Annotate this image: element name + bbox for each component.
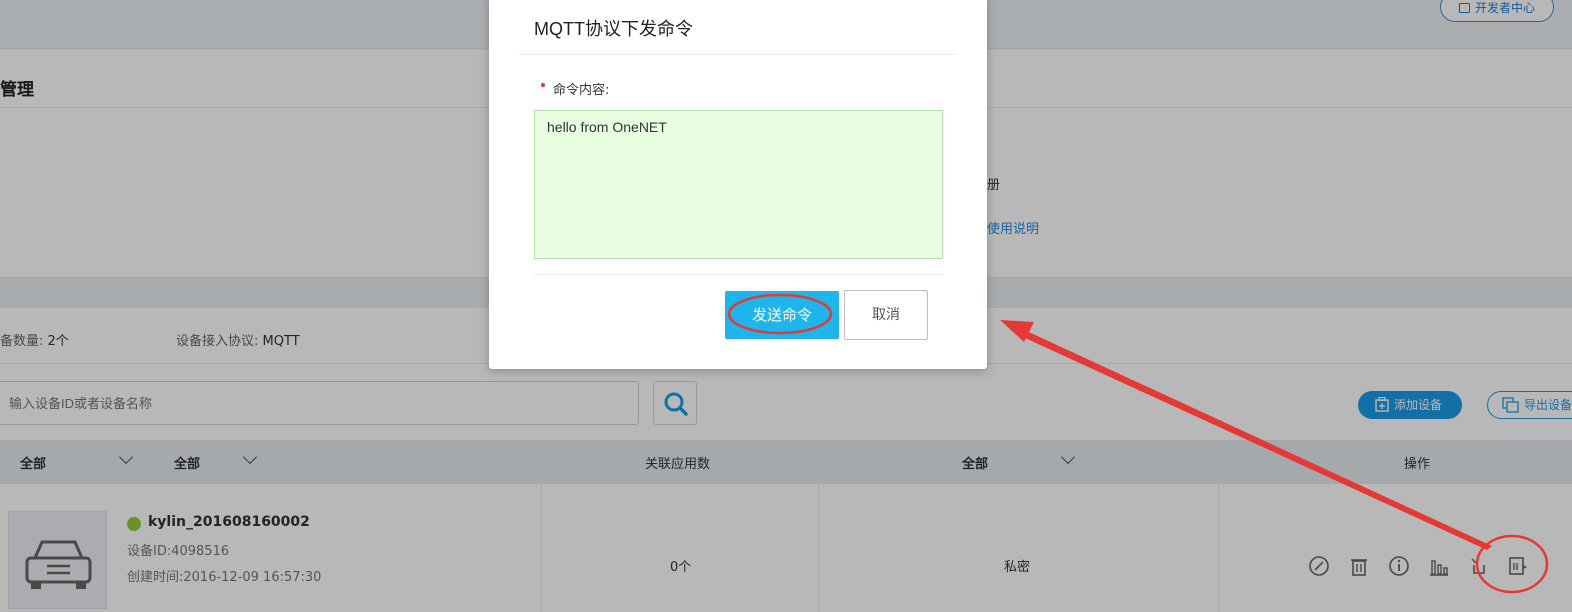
annotation-arrow [1020,328,1492,550]
send-button-highlight-ellipse [727,293,833,335]
annotation-layer [727,293,1549,594]
